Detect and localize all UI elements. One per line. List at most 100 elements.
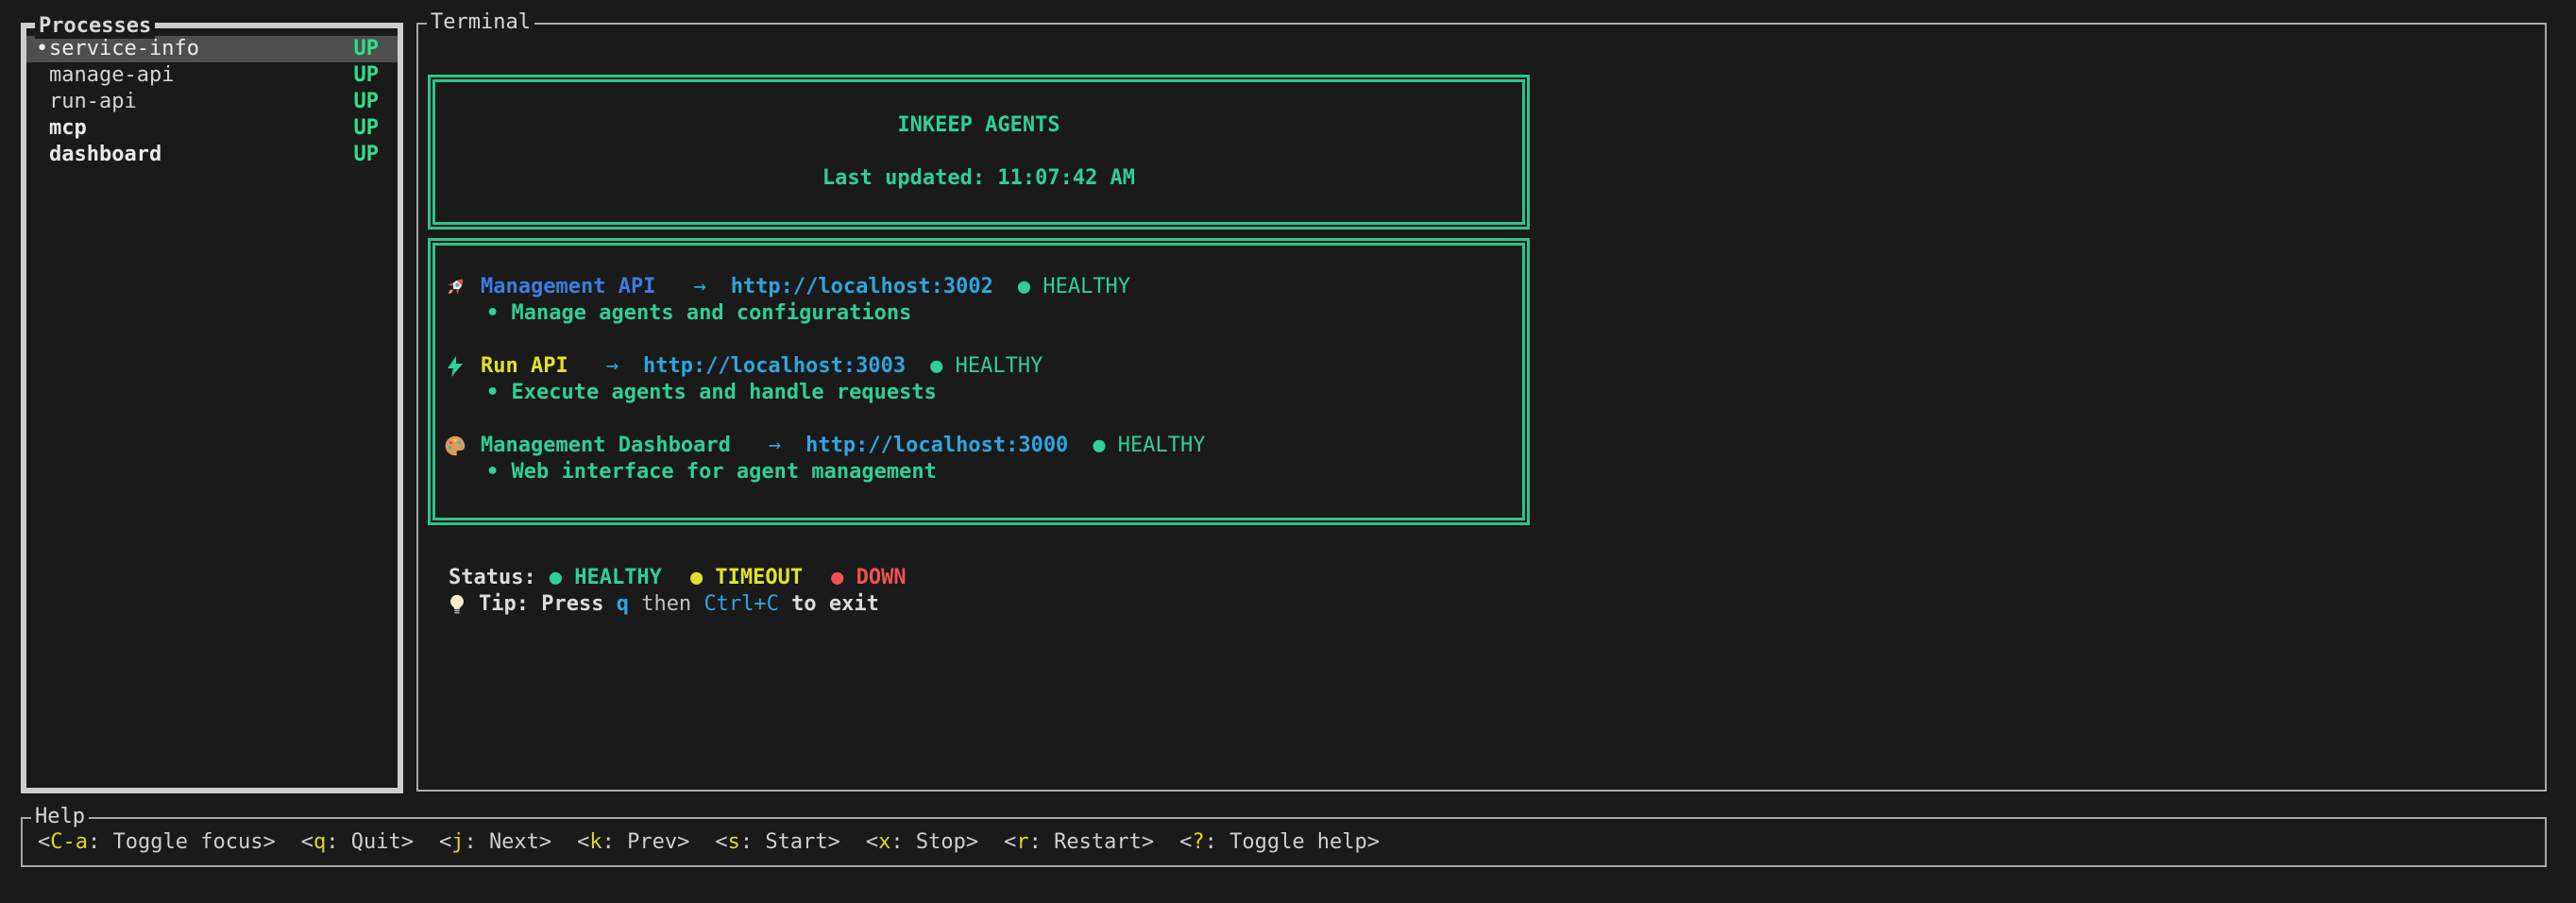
selected-bullet: • [36, 36, 49, 62]
status-legend-label: Status: [449, 565, 536, 591]
services-box: Management API → http://localhost:3002 ●… [428, 238, 1530, 525]
help-label: Prev [627, 830, 677, 854]
help-key: C-a [50, 830, 88, 854]
processes-panel: Processes •service-info UP manage-api UP… [21, 23, 403, 793]
service-health-status: ● HEALTHY [1018, 274, 1130, 300]
arrow-glyph: → [693, 274, 705, 300]
service-line: Run API → http://localhost:3003 ● HEALTH… [441, 353, 1522, 380]
banner-title: INKEEP AGENTS [897, 112, 1059, 139]
rocket-icon [441, 274, 469, 300]
help-key: x [878, 830, 890, 854]
help-item-quit: <q: Quit> [301, 829, 414, 856]
process-status-badge: UP [354, 62, 380, 89]
legend-healthy: ● HEALTHY [550, 565, 662, 591]
help-label: Stop [916, 830, 966, 854]
separator: : [1205, 830, 1230, 854]
service-description: • Manage agents and configurations [441, 300, 1522, 327]
separator: : [326, 830, 351, 854]
service-name: Management Dashboard [481, 433, 731, 459]
tip-text: to exit [779, 591, 879, 618]
process-list: •service-info UP manage-api UP run-api U… [26, 28, 398, 168]
process-status-badge: UP [354, 36, 380, 62]
help-item-toggle-focus: <C-a: Toggle focus> [38, 829, 276, 856]
separator: : [1029, 830, 1055, 854]
process-name: service-info [49, 37, 199, 60]
service-url[interactable]: http://localhost:3003 [643, 353, 906, 380]
process-row-manage-api[interactable]: manage-api UP [26, 62, 398, 89]
help-panel-title: Help [31, 805, 89, 829]
help-panel: Help <C-a: Toggle focus> <q: Quit> <j: N… [21, 817, 2547, 867]
help-key: j [451, 830, 464, 854]
help-key: ? [1192, 830, 1204, 854]
palette-icon [441, 433, 469, 459]
terminal-panel: Terminal INKEEP AGENTS Last updated: 11:… [416, 23, 2547, 792]
bracket: > [1367, 830, 1380, 854]
help-item-start: <s: Start> [715, 829, 839, 856]
bracket: > [263, 830, 275, 854]
lightbulb-icon [443, 591, 471, 618]
help-item-restart: <r: Restart> [1004, 829, 1154, 856]
bracket: < [577, 830, 589, 854]
help-label: Start [765, 830, 827, 854]
help-items: <C-a: Toggle focus> <q: Quit> <j: Next> … [23, 819, 2545, 865]
service-description: • Web interface for agent management [441, 459, 1522, 486]
service-health-status: ● HEALTHY [1093, 433, 1205, 459]
tip-line: Tip: Press q then Ctrl+C to exit [443, 591, 879, 618]
help-key: r [1016, 830, 1028, 854]
help-key: s [728, 830, 740, 854]
process-name-wrap: run-api [36, 89, 137, 115]
status-legend: Status: ● HEALTHY ● TIMEOUT ● DOWN [449, 565, 907, 591]
service-name: Management API [481, 274, 655, 300]
separator: : [740, 830, 766, 854]
bracket: < [301, 830, 314, 854]
help-item-next: <j: Next> [439, 829, 551, 856]
banner-box: INKEEP AGENTS Last updated: 11:07:42 AM [428, 75, 1530, 230]
legend-timeout: ● TIMEOUT [690, 565, 803, 591]
process-status-badge: UP [354, 142, 380, 168]
app-root: Processes •service-info UP manage-api UP… [0, 0, 2576, 903]
process-name-wrap: dashboard [36, 142, 161, 168]
help-label: Restart [1054, 830, 1142, 854]
bracket: < [715, 830, 727, 854]
help-item-prev: <k: Prev> [577, 829, 689, 856]
help-label: Toggle focus [113, 830, 263, 854]
service-block-management-dashboard: Management Dashboard → http://localhost:… [441, 433, 1522, 486]
bracket: < [866, 830, 878, 854]
process-name-wrap: •service-info [36, 36, 199, 62]
bracket: > [1142, 830, 1154, 854]
separator: : [88, 830, 113, 854]
bracket: > [539, 830, 551, 854]
arrow-glyph: → [769, 433, 781, 459]
bracket: < [439, 830, 451, 854]
terminal-panel-title: Terminal [427, 10, 534, 35]
process-row-run-api[interactable]: run-api UP [26, 89, 398, 115]
bracket: > [401, 830, 414, 854]
tip-text: then [629, 591, 703, 618]
process-row-dashboard[interactable]: dashboard UP [26, 142, 398, 168]
process-name-wrap: mcp [36, 115, 87, 142]
separator: : [602, 830, 628, 854]
service-line: Management API → http://localhost:3002 ●… [441, 274, 1522, 300]
service-line: Management Dashboard → http://localhost:… [441, 433, 1522, 459]
separator: : [464, 830, 489, 854]
tip-key-q: q [617, 591, 629, 618]
service-url[interactable]: http://localhost:3000 [805, 433, 1068, 459]
help-item-toggle-help: <?: Toggle help> [1179, 829, 1380, 856]
bracket: > [677, 830, 689, 854]
process-name: mcp [49, 116, 87, 140]
legend-down: ● DOWN [831, 565, 906, 591]
service-url[interactable]: http://localhost:3002 [731, 274, 993, 300]
process-row-service-info[interactable]: •service-info UP [26, 36, 398, 62]
help-key: q [314, 830, 326, 854]
process-name: dashboard [49, 143, 161, 166]
bracket: < [1179, 830, 1192, 854]
process-row-mcp[interactable]: mcp UP [26, 115, 398, 142]
bracket: < [38, 830, 50, 854]
banner-last-updated: Last updated: 11:07:42 AM [822, 165, 1135, 192]
service-block-run-api: Run API → http://localhost:3003 ● HEALTH… [441, 353, 1522, 406]
process-name: run-api [49, 90, 137, 113]
service-description: • Execute agents and handle requests [441, 380, 1522, 406]
service-health-status: ● HEALTHY [930, 353, 1042, 380]
processes-panel-title: Processes [35, 14, 155, 39]
help-key: k [589, 830, 602, 854]
